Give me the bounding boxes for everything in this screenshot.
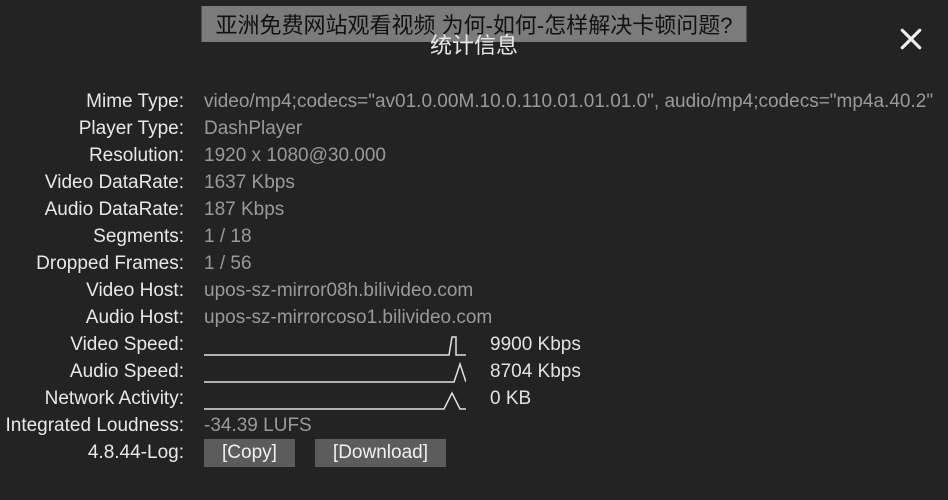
value-network-activity: 0 KB (490, 388, 531, 410)
value-video-datarate: 1637 Kbps (190, 172, 295, 194)
row-video-datarate: Video DataRate: 1637 Kbps (0, 169, 948, 196)
row-player-type: Player Type: DashPlayer (0, 115, 948, 142)
value-audio-datarate: 187 Kbps (190, 199, 284, 221)
row-segments: Segments: 1 / 18 (0, 223, 948, 250)
audio-speed-graph (204, 360, 466, 384)
copy-button[interactable]: [Copy] (204, 439, 295, 467)
label-video-host: Video Host: (0, 280, 190, 302)
row-video-host: Video Host: upos-sz-mirror08h.bilivideo.… (0, 277, 948, 304)
stats-panel: 亚洲免费网站观看视频 为何-如何-怎样解决卡顿问题? 统计信息 Mime Typ… (0, 0, 948, 500)
label-dropped-frames: Dropped Frames: (0, 253, 190, 275)
row-network-activity: Network Activity: 0 KB (0, 385, 948, 412)
download-button[interactable]: [Download] (315, 439, 446, 467)
row-audio-speed: Audio Speed: 8704 Kbps (0, 358, 948, 385)
value-video-speed: 9900 Kbps (490, 334, 581, 356)
value-player-type: DashPlayer (190, 118, 302, 140)
label-network-activity: Network Activity: (0, 388, 190, 410)
row-log: 4.8.44-Log: [Copy] [Download] (0, 439, 948, 467)
label-log: 4.8.44-Log: (0, 442, 190, 464)
row-integrated-loudness: Integrated Loudness: -34.39 LUFS (0, 412, 948, 439)
panel-title: 统计信息 (430, 28, 518, 60)
label-player-type: Player Type: (0, 118, 190, 140)
network-activity-graph (204, 387, 466, 411)
row-video-speed: Video Speed: 9900 Kbps (0, 331, 948, 358)
info-rows: Mime Type: video/mp4;codecs="av01.0.00M.… (0, 88, 948, 467)
value-integrated-loudness: -34.39 LUFS (190, 415, 312, 437)
close-icon (896, 24, 926, 54)
label-integrated-loudness: Integrated Loudness: (0, 415, 190, 437)
row-mime-type: Mime Type: video/mp4;codecs="av01.0.00M.… (0, 88, 948, 115)
label-video-speed: Video Speed: (0, 334, 190, 356)
close-button[interactable] (896, 24, 926, 54)
label-audio-speed: Audio Speed: (0, 361, 190, 383)
row-audio-datarate: Audio DataRate: 187 Kbps (0, 196, 948, 223)
value-segments: 1 / 18 (190, 226, 252, 248)
value-video-host: upos-sz-mirror08h.bilivideo.com (190, 280, 473, 302)
label-resolution: Resolution: (0, 145, 190, 167)
value-resolution: 1920 x 1080@30.000 (190, 145, 386, 167)
label-segments: Segments: (0, 226, 190, 248)
label-mime-type: Mime Type: (0, 91, 190, 113)
value-audio-host: upos-sz-mirrorcoso1.bilivideo.com (190, 307, 492, 329)
label-audio-datarate: Audio DataRate: (0, 199, 190, 221)
video-speed-graph (204, 333, 466, 357)
label-audio-host: Audio Host: (0, 307, 190, 329)
row-audio-host: Audio Host: upos-sz-mirrorcoso1.bilivide… (0, 304, 948, 331)
row-dropped-frames: Dropped Frames: 1 / 56 (0, 250, 948, 277)
value-dropped-frames: 1 / 56 (190, 253, 252, 275)
label-video-datarate: Video DataRate: (0, 172, 190, 194)
value-mime-type: video/mp4;codecs="av01.0.00M.10.0.110.01… (190, 91, 933, 113)
value-audio-speed: 8704 Kbps (490, 361, 581, 383)
row-resolution: Resolution: 1920 x 1080@30.000 (0, 142, 948, 169)
